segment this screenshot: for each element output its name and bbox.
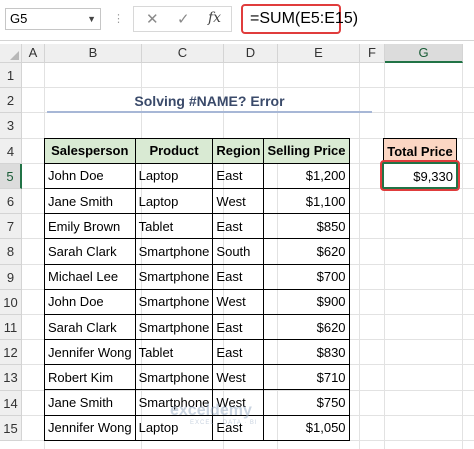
table-row: Emily Brown Tablet East $850 (44, 213, 350, 240)
enter-icon[interactable]: ✓ (177, 10, 190, 28)
region-cell[interactable]: East (212, 213, 265, 240)
salesperson-cell[interactable]: John Doe (44, 288, 136, 315)
row-header-8[interactable]: 8 (0, 239, 22, 265)
product-cell[interactable]: Smartphone (134, 288, 214, 315)
table-row: Robert Kim Smartphone West $710 (44, 364, 350, 391)
name-box[interactable]: G5 ▼ (5, 8, 101, 30)
region-cell[interactable]: West (212, 288, 265, 315)
row-header-7[interactable]: 7 (0, 214, 22, 240)
price-cell[interactable]: $620 (263, 313, 350, 341)
gridline-horizontal (22, 87, 474, 89)
row-header-6[interactable]: 6 (0, 189, 22, 215)
row-header-5[interactable]: 5 (0, 163, 22, 189)
column-heading[interactable]: Product (134, 137, 214, 164)
row-header-2[interactable]: 2 (0, 88, 22, 114)
column-header-c[interactable]: C (142, 44, 224, 63)
table-row: Sarah Clark Smartphone East $620 (44, 313, 350, 341)
product-cell[interactable]: Smartphone (134, 263, 214, 290)
price-cell[interactable]: $830 (263, 339, 350, 366)
row-header-4[interactable]: 4 (0, 138, 22, 164)
salesperson-cell[interactable]: Jane Smith (44, 187, 136, 215)
salesperson-cell[interactable]: Emily Brown (44, 213, 136, 240)
formula-input[interactable]: =SUM(E5:E15) (241, 4, 358, 34)
price-cell[interactable]: $700 (263, 263, 350, 290)
salesperson-cell[interactable]: Robert Kim (44, 364, 136, 391)
salesperson-cell[interactable]: Michael Lee (44, 263, 136, 290)
formula-buttons: ✕ ✓ fx (133, 6, 232, 32)
table-row: Michael Lee Smartphone East $700 (44, 263, 350, 290)
column-header-d[interactable]: D (224, 44, 278, 63)
formula-bar-grip-icon[interactable]: ⋮ (113, 10, 125, 28)
sales-table: Salesperson Product Region Selling Price Joh… (44, 137, 350, 441)
row-header-9[interactable]: 9 (0, 264, 22, 290)
price-cell[interactable]: $750 (263, 389, 350, 416)
select-all-button[interactable] (0, 44, 22, 63)
row-header-14[interactable]: 14 (0, 390, 22, 416)
price-cell[interactable]: $1,050 (263, 414, 350, 441)
title-underline (47, 111, 372, 114)
product-cell[interactable]: Tablet (134, 213, 214, 240)
region-cell[interactable]: South (212, 238, 265, 265)
row-header-3[interactable]: 3 (0, 113, 22, 139)
product-cell[interactable]: Laptop (134, 162, 214, 189)
chevron-down-icon[interactable]: ▼ (87, 9, 96, 29)
column-header-f[interactable]: F (360, 44, 385, 63)
product-cell[interactable]: Laptop (134, 187, 214, 215)
column-header-b[interactable]: B (45, 44, 142, 63)
price-cell[interactable]: $900 (263, 288, 350, 315)
region-cell[interactable]: West (212, 187, 265, 215)
insert-function-icon[interactable]: fx (208, 10, 221, 26)
cancel-icon[interactable]: ✕ (146, 10, 159, 28)
sheet-title: Solving #NAME? Error (134, 93, 285, 110)
salesperson-cell[interactable]: Jennifer Wong (44, 414, 136, 441)
price-cell[interactable]: $710 (263, 364, 350, 391)
row-header-11[interactable]: 11 (0, 315, 22, 341)
price-cell[interactable]: $1,200 (263, 162, 350, 189)
row-header-12[interactable]: 12 (0, 340, 22, 366)
region-cell[interactable]: East (212, 313, 265, 341)
gridline-vertical (384, 63, 385, 449)
column-header-g[interactable]: G (385, 44, 463, 63)
table-row: John Doe Laptop East $1,200 (44, 162, 350, 189)
region-cell[interactable]: West (212, 364, 265, 391)
table-header-row: Salesperson Product Region Selling Price (44, 137, 350, 164)
column-heading[interactable]: Region (212, 137, 265, 164)
row-header-13[interactable]: 13 (0, 365, 22, 391)
salesperson-cell[interactable]: Sarah Clark (44, 313, 136, 341)
salesperson-cell[interactable]: John Doe (44, 162, 136, 189)
salesperson-cell[interactable]: Jennifer Wong (44, 339, 136, 366)
table-row: John Doe Smartphone West $900 (44, 288, 350, 315)
table-row: Sarah Clark Smartphone South $620 (44, 238, 350, 265)
watermark-logo: exceldemy EXCEL · DATA · BI (170, 402, 258, 426)
gridline-vertical (359, 63, 360, 449)
watermark-brand: exceldemy (170, 402, 252, 419)
watermark-tagline: EXCEL · DATA · BI (190, 420, 258, 426)
product-cell[interactable]: Tablet (134, 339, 214, 366)
column-heading[interactable]: Selling Price (263, 137, 350, 164)
column-header-a[interactable]: A (22, 44, 45, 63)
table-row: Jennifer Wong Tablet East $830 (44, 339, 350, 366)
row-header-10[interactable]: 10 (0, 289, 22, 315)
name-box-value: G5 (10, 11, 28, 26)
price-cell[interactable]: $850 (263, 213, 350, 240)
column-heading[interactable]: Salesperson (44, 137, 136, 164)
price-cell[interactable]: $620 (263, 238, 350, 265)
formula-bar: G5 ▼ ⋮ ✕ ✓ fx =SUM(E5:E15) (0, 0, 474, 41)
region-cell[interactable]: East (212, 263, 265, 290)
salesperson-cell[interactable]: Jane Smith (44, 389, 136, 416)
table-row: Jane Smith Laptop West $1,100 (44, 187, 350, 215)
region-cell[interactable]: East (212, 162, 265, 189)
product-cell[interactable]: Smartphone (134, 364, 214, 391)
product-cell[interactable]: Smartphone (134, 238, 214, 265)
column-header-e[interactable]: E (278, 44, 360, 63)
price-cell[interactable]: $1,100 (263, 187, 350, 215)
row-header-15[interactable]: 15 (0, 415, 22, 441)
gridline-vertical (462, 63, 463, 449)
product-cell[interactable]: Smartphone (134, 313, 214, 341)
highlight-box (380, 159, 460, 191)
region-cell[interactable]: East (212, 339, 265, 366)
row-header-1[interactable]: 1 (0, 63, 22, 89)
salesperson-cell[interactable]: Sarah Clark (44, 238, 136, 265)
